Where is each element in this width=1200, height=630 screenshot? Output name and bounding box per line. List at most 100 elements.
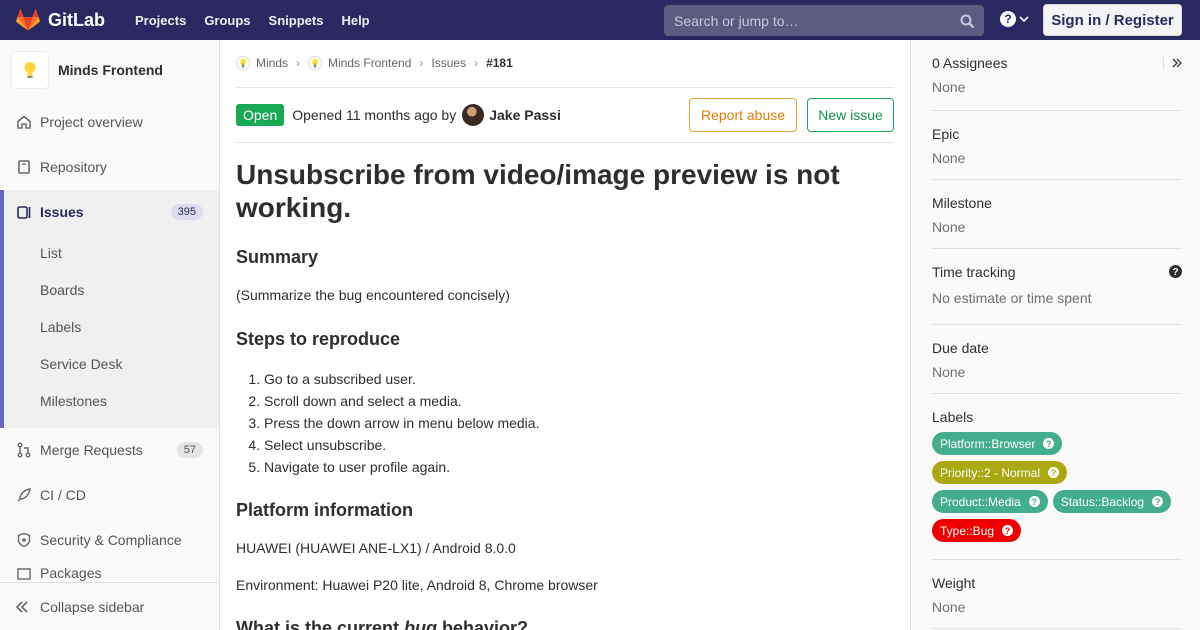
weight-value: None	[932, 599, 966, 615]
label-text: Priority::2 - Normal	[940, 465, 1041, 480]
question-icon: ?	[1152, 496, 1164, 507]
sidebar-label-cicd: CI / CD	[40, 487, 86, 503]
sidebar-subitem-boards[interactable]: Boards	[40, 282, 84, 298]
sidebar-item-issues[interactable]: Issues 395	[0, 192, 219, 232]
environment-text: Environment: Huawei P20 lite, Android 8,…	[236, 577, 598, 593]
author-avatar[interactable]	[462, 104, 485, 126]
search-input[interactable]: Search or jump to…	[664, 5, 984, 36]
sidebar-subitem-labels[interactable]: Labels	[40, 319, 81, 335]
breadcrumb-project-label: Minds Frontend	[328, 56, 412, 70]
breadcrumb-issues-label: Issues	[431, 56, 467, 70]
epic-value: None	[932, 150, 966, 166]
gitlab-logo-link[interactable]: GitLab	[16, 9, 105, 31]
divider	[932, 324, 1182, 325]
breadcrumb-project[interactable]: 💡 Minds Frontend ›	[308, 56, 431, 70]
labels-block: Labels Platform::Browser? Priority::2 - …	[932, 409, 1182, 542]
weight-block: Weight None	[932, 575, 1182, 615]
issues-count-badge: 395	[170, 204, 203, 220]
collapse-sidebar-button[interactable]: Collapse sidebar	[0, 582, 219, 630]
merge-requests-count-badge: 57	[176, 442, 203, 458]
merge-request-icon	[16, 442, 32, 458]
divider	[932, 110, 1182, 111]
breadcrumb-separator-icon: ›	[419, 56, 424, 70]
breadcrumb-issues[interactable]: Issues ›	[431, 56, 486, 70]
top-navbar: GitLab Projects Groups Snippets Help Sea…	[0, 0, 1200, 40]
divider	[932, 248, 1182, 249]
divider	[932, 179, 1182, 180]
sidebar-item-merge-requests[interactable]: Merge Requests 57	[0, 430, 219, 470]
labels-title: Labels	[932, 409, 974, 425]
breadcrumb: 💡 Minds › 💡 Minds Frontend › Issues › #1…	[236, 56, 513, 70]
list-item: Select unsubscribe.	[264, 434, 539, 456]
signin-register-button[interactable]: Sign in / Register	[1043, 4, 1182, 36]
project-avatar	[11, 51, 49, 89]
nav-help[interactable]: Help	[332, 13, 378, 28]
sidebar-item-repository[interactable]: Repository	[0, 147, 219, 187]
time-tracking-title: Time tracking	[932, 264, 1016, 280]
gitlab-tanuki-icon	[16, 9, 40, 31]
milestone-title: Milestone	[932, 195, 992, 211]
label-product-media[interactable]: Product::Media?	[932, 490, 1048, 513]
shield-icon	[16, 532, 32, 548]
heading-part: What is the current	[236, 618, 405, 630]
home-icon	[16, 114, 32, 130]
breadcrumb-separator-icon: ›	[474, 56, 479, 70]
breadcrumb-separator-icon: ›	[296, 56, 301, 70]
epic-block: Epic None	[932, 126, 1182, 166]
author-name[interactable]: Jake Passi	[489, 107, 561, 123]
right-sidebar: 0 Assignees None Epic None Milestone Non…	[910, 40, 1200, 630]
question-icon: ?	[1002, 525, 1014, 536]
label-type-bug[interactable]: Type::Bug?	[932, 519, 1022, 542]
left-sidebar: Minds Frontend Project overview Reposito…	[0, 40, 220, 630]
help-dropdown[interactable]: ?	[1000, 11, 1029, 27]
nav-projects[interactable]: Projects	[126, 13, 195, 28]
summary-text: (Summarize the bug encountered concisely…	[236, 287, 510, 303]
time-tracking-value: No estimate or time spent	[932, 290, 1092, 306]
sidebar-item-cicd[interactable]: CI / CD	[0, 475, 219, 515]
nav-snippets[interactable]: Snippets	[260, 13, 333, 28]
assignees-value: None	[932, 79, 966, 95]
brand-name: GitLab	[48, 9, 105, 30]
question-circle-icon[interactable]: ?	[1169, 265, 1182, 278]
search-icon	[960, 14, 974, 28]
nav-groups[interactable]: Groups	[195, 13, 259, 28]
report-abuse-button[interactable]: Report abuse	[689, 98, 797, 132]
sidebar-subitem-list[interactable]: List	[40, 245, 62, 261]
platform-heading: Platform information	[236, 500, 414, 520]
sidebar-item-security[interactable]: Security & Compliance	[0, 520, 219, 560]
sidebar-label-overview: Project overview	[40, 114, 143, 130]
nav-links: Projects Groups Snippets Help	[126, 13, 379, 28]
heading-part: behavior?	[437, 618, 529, 630]
sidebar-item-project-overview[interactable]: Project overview	[0, 102, 219, 142]
sidebar-label-repository: Repository	[40, 159, 107, 175]
labels-list: Platform::Browser? Priority::2 - Normal?…	[932, 432, 1182, 542]
sidebar-label-packages: Packages	[40, 565, 102, 581]
breadcrumb-issue-id[interactable]: #181	[486, 56, 513, 70]
divider	[236, 142, 894, 143]
status-badge: Open	[236, 104, 285, 126]
sidebar-subitem-milestones[interactable]: Milestones	[40, 393, 107, 409]
rocket-icon	[16, 487, 32, 503]
label-status-backlog[interactable]: Status::Backlog?	[1052, 490, 1172, 513]
weight-title: Weight	[932, 575, 976, 591]
list-item: Navigate to user profile again.	[264, 456, 539, 478]
collapse-sidebar-label: Collapse sidebar	[40, 598, 145, 615]
label-platform-browser[interactable]: Platform::Browser?	[932, 432, 1063, 455]
label-text: Product::Media	[940, 494, 1021, 509]
label-priority-normal[interactable]: Priority::2 - Normal?	[932, 461, 1068, 484]
platform-text: HUAWEI (HUAWEI ANE-LX1) / Android 8.0.0	[236, 540, 516, 556]
epic-title: Epic	[932, 126, 960, 142]
sidebar-label-security: Security & Compliance	[40, 532, 182, 548]
breadcrumb-group[interactable]: 💡 Minds ›	[236, 56, 308, 70]
project-header[interactable]: Minds Frontend	[0, 40, 219, 100]
expand-sidebar-button[interactable]	[1163, 56, 1182, 70]
sidebar-item-packages[interactable]: Packages	[0, 565, 219, 583]
heading-emphasis: bug	[404, 618, 438, 630]
issue-main: 💡 Minds › 💡 Minds Frontend › Issues › #1…	[236, 40, 894, 630]
breadcrumb-group-label: Minds	[256, 56, 289, 70]
sidebar-subitem-service-desk[interactable]: Service Desk	[40, 356, 122, 372]
new-issue-button[interactable]: New issue	[807, 98, 894, 132]
issue-status-row: Open Opened 11 months ago by Jake Passi …	[236, 98, 894, 132]
steps-list: Go to a subscribed user. Scroll down and…	[264, 368, 539, 478]
list-item: Press the down arrow in menu below media…	[264, 412, 539, 434]
